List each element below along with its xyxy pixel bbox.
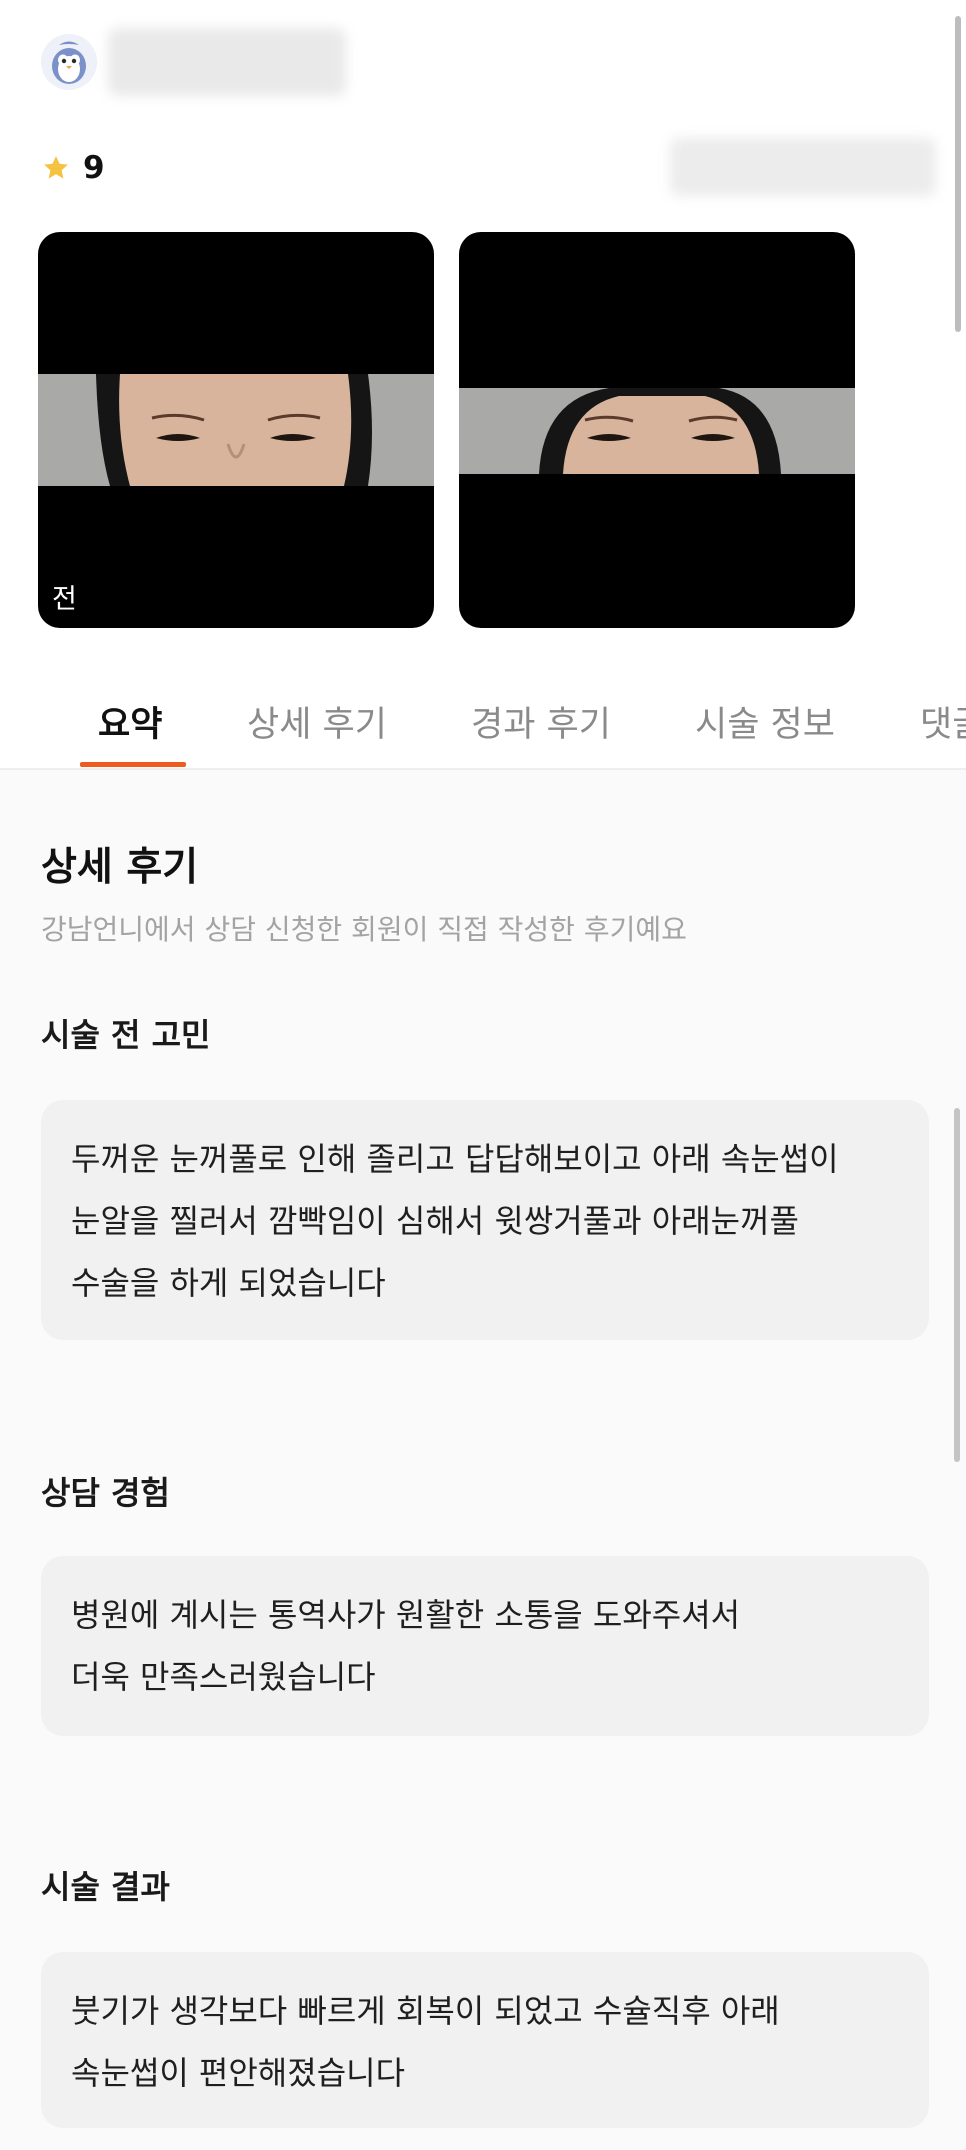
consultation-answer-card: 병원에 계시는 통역사가 원활한 소통을 도와주셔서 더욱 만족스러웠습니다 bbox=[41, 1556, 929, 1736]
tab-detail-review[interactable]: 상세 후기 bbox=[247, 696, 387, 747]
consultation-label: 상담 경험 bbox=[41, 1474, 170, 1512]
result-label: 시술 결과 bbox=[41, 1868, 170, 1906]
review-header: 9 전 bbox=[0, 0, 966, 768]
answer-line: 더욱 만족스러웠습니다 bbox=[71, 1658, 376, 1696]
tab-summary[interactable]: 요약 bbox=[98, 696, 162, 747]
tab-progress-review[interactable]: 경과 후기 bbox=[471, 696, 611, 747]
review-tabs: 요약 상세 후기 경과 후기 시술 정보 댓글 bbox=[0, 680, 966, 770]
author-name-blurred bbox=[108, 28, 346, 96]
before-photo-label: 전 bbox=[52, 584, 77, 615]
before-face-image bbox=[38, 374, 434, 486]
answer-line: 병원에 계시는 통역사가 원활한 소통을 도와주셔서 bbox=[71, 1596, 741, 1634]
section-subtitle: 강남언니에서 상담 신청한 회원이 직접 작성한 후기예요 bbox=[41, 913, 687, 946]
result-answer-card: 붓기가 생각보다 빠르게 회복이 되었고 수슐직후 아래 속눈썹이 편안해졌습니… bbox=[41, 1952, 929, 2128]
detail-review-section bbox=[0, 770, 966, 2150]
after-photo[interactable] bbox=[459, 232, 855, 628]
tab-comments[interactable]: 댓글 bbox=[920, 696, 966, 747]
scrollbar-thumb[interactable] bbox=[955, 16, 961, 332]
star-icon bbox=[44, 156, 68, 179]
after-face-image bbox=[459, 388, 855, 474]
rating: 9 bbox=[41, 148, 105, 188]
content-scrollbar-thumb[interactable] bbox=[954, 1108, 960, 1462]
answer-line: 속눈썹이 편안해졌습니다 bbox=[71, 2054, 406, 2092]
rating-value: 9 bbox=[83, 150, 105, 186]
concern-answer-card: 두꺼운 눈꺼풀로 인해 졸리고 답답해보이고 아래 속눈썹이 눈알을 찔러서 깜… bbox=[41, 1100, 929, 1340]
answer-line: 눈알을 찔러서 깜빡임이 심해서 윗쌍거풀과 아래눈꺼풀 bbox=[71, 1202, 799, 1240]
answer-line: 두꺼운 눈꺼풀로 인해 졸리고 답답해보이고 아래 속눈썹이 bbox=[71, 1140, 839, 1178]
before-photo-face-strip bbox=[38, 374, 434, 486]
tab-procedure-info[interactable]: 시술 정보 bbox=[695, 696, 835, 747]
review-date-blurred bbox=[670, 138, 936, 196]
before-photo[interactable]: 전 bbox=[38, 232, 434, 628]
active-tab-indicator bbox=[80, 762, 186, 767]
after-photo-face-strip bbox=[459, 388, 855, 474]
answer-line: 붓기가 생각보다 빠르게 회복이 되었고 수슐직후 아래 bbox=[71, 1992, 780, 2030]
concern-label: 시술 전 고민 bbox=[41, 1016, 211, 1054]
answer-line: 수술을 하게 되었습니다 bbox=[71, 1264, 386, 1302]
section-title: 상세 후기 bbox=[41, 845, 199, 890]
penguin-avatar-icon[interactable] bbox=[41, 34, 97, 90]
